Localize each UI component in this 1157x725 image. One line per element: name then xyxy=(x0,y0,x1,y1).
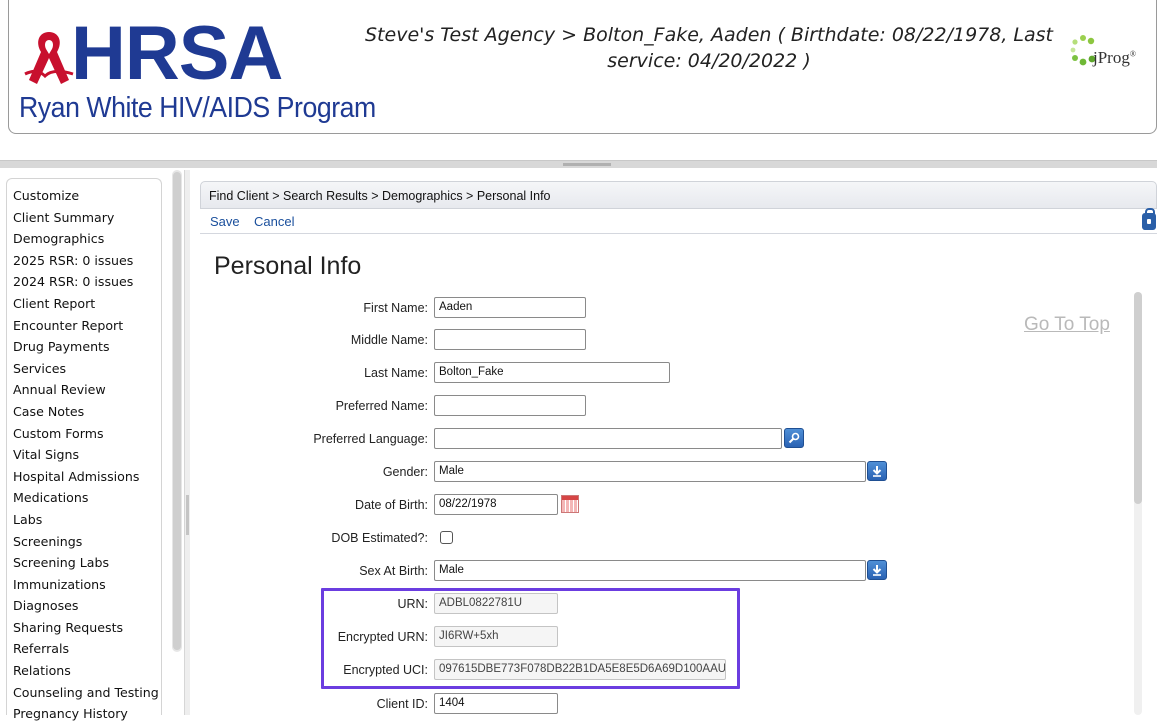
client-header-title: Steve's Test Agency > Bolton_Fake, Aaden… xyxy=(365,24,1053,72)
breadcrumb: Find Client > Search Results > Demograph… xyxy=(209,189,551,203)
hrsa-logo: HRSA Ryan White HIV/AIDS Program xyxy=(19,14,376,130)
last-name-label: Last Name: xyxy=(364,366,428,380)
middle-name-row: Middle Name: xyxy=(196,329,796,351)
client-id-field[interactable]: 1404 xyxy=(434,693,558,714)
identifier-highlight-box xyxy=(321,588,740,689)
dob-estimated-row: DOB Estimated?: xyxy=(196,527,796,549)
middle-name-label: Middle Name: xyxy=(350,333,428,347)
client-id-row: Client ID: 1404 xyxy=(196,693,796,715)
sidebar-item-medications[interactable]: Medications xyxy=(13,487,161,509)
sidebar-item-vital-signs[interactable]: Vital Signs xyxy=(13,444,161,466)
sidebar-item-client-summary[interactable]: Client Summary xyxy=(13,207,161,229)
gender-dropdown-button[interactable] xyxy=(867,461,887,481)
sidebar-item-customize[interactable]: Customize xyxy=(13,185,161,207)
sidebar-item-screenings[interactable]: Screenings xyxy=(13,531,161,553)
first-name-label: First Name: xyxy=(363,301,428,315)
main-panel: Find Client > Search Results > Demograph… xyxy=(196,178,1157,715)
main-scroll-thumb[interactable] xyxy=(1134,292,1142,504)
sidebar-item-services[interactable]: Services xyxy=(13,358,161,380)
jprog-logo: jProg® xyxy=(1069,28,1149,78)
go-to-top-link[interactable]: Go To Top xyxy=(1024,314,1110,336)
preferred-name-row: Preferred Name: xyxy=(196,395,796,417)
main-scrollbar[interactable] xyxy=(1134,292,1142,715)
dob-estimated-checkbox[interactable] xyxy=(440,531,453,544)
sidebar-item-referrals[interactable]: Referrals xyxy=(13,638,161,660)
download-arrow-icon xyxy=(872,565,882,576)
save-button[interactable]: Save xyxy=(210,214,240,229)
last-name-row: Last Name: Bolton_Fake xyxy=(196,362,796,384)
sidebar-item-2025-rsr-0-issues[interactable]: 2025 RSR: 0 issues xyxy=(13,250,161,272)
sidebar-nav: Customize Client Summary Demographics 2025 … xyxy=(6,178,162,721)
ribbon-icon xyxy=(24,32,74,84)
dob-label: Date of Birth: xyxy=(355,498,428,512)
preferred-name-label: Preferred Name: xyxy=(335,399,428,413)
vertical-splitter[interactable] xyxy=(184,170,190,715)
lock-icon[interactable] xyxy=(1142,208,1156,230)
sex-at-birth-label: Sex At Birth: xyxy=(359,564,428,578)
registered-mark: ® xyxy=(1129,49,1136,59)
download-arrow-icon xyxy=(872,466,882,477)
sidebar-item-screening-labs[interactable]: Screening Labs xyxy=(13,552,161,574)
sidebar-item-client-report[interactable]: Client Report xyxy=(13,293,161,315)
last-name-field[interactable]: Bolton_Fake xyxy=(434,362,670,383)
sidebar-scrollbar[interactable] xyxy=(172,170,182,652)
sidebar-item-diagnoses[interactable]: Diagnoses xyxy=(13,595,161,617)
sidebar-item-immunizations[interactable]: Immunizations xyxy=(13,574,161,596)
sex-at-birth-select[interactable]: Male xyxy=(434,560,866,581)
language-search-button[interactable] xyxy=(784,428,804,448)
first-name-field[interactable]: Aaden xyxy=(434,297,586,318)
sidebar-item-case-notes[interactable]: Case Notes xyxy=(13,401,161,423)
sidebar-item-custom-forms[interactable]: Custom Forms xyxy=(13,423,161,445)
cancel-button[interactable]: Cancel xyxy=(254,214,294,229)
vertical-splitter-grip[interactable] xyxy=(186,495,189,535)
sidebar-item-drug-payments[interactable]: Drug Payments xyxy=(13,336,161,358)
preferred-language-field[interactable] xyxy=(434,428,782,449)
client-id-label: Client ID: xyxy=(376,697,428,711)
middle-name-field[interactable] xyxy=(434,329,586,350)
sidebar-item-labs[interactable]: Labs xyxy=(13,509,161,531)
jprog-wordmark: jProg xyxy=(1093,48,1130,67)
sex-at-birth-dropdown-button[interactable] xyxy=(867,560,887,580)
preferred-language-row: Preferred Language: xyxy=(196,428,896,450)
page-title: Personal Info xyxy=(214,252,362,280)
dob-field[interactable]: 08/22/1978 xyxy=(434,494,558,515)
preferred-language-label: Preferred Language: xyxy=(313,432,428,446)
sidebar-item-2024-rsr-0-issues[interactable]: 2024 RSR: 0 issues xyxy=(13,271,161,293)
sidebar-item-relations[interactable]: Relations xyxy=(13,660,161,682)
gender-label: Gender: xyxy=(382,465,428,479)
sidebar-item-demographics[interactable]: Demographics xyxy=(13,228,161,250)
sex-at-birth-row: Sex At Birth: Male xyxy=(196,560,896,582)
sidebar-list: Customize Client Summary Demographics 2025 … xyxy=(7,179,161,725)
form-toolbar: Save Cancel xyxy=(200,210,1157,234)
first-name-row: First Name: Aaden xyxy=(196,297,796,319)
logo-subtitle: Ryan White HIV/AIDS Program xyxy=(19,92,376,124)
app-header: HRSA Ryan White HIV/AIDS Program Steve's… xyxy=(8,0,1157,134)
sidebar-scroll-thumb[interactable] xyxy=(173,172,181,650)
gender-select[interactable]: Male xyxy=(434,461,866,482)
dob-estimated-label: DOB Estimated?: xyxy=(331,531,428,545)
sidebar-item-sharing-requests[interactable]: Sharing Requests xyxy=(13,617,161,639)
dob-row: Date of Birth: 08/22/1978 xyxy=(196,494,796,516)
gender-row: Gender: Male xyxy=(196,461,896,483)
sidebar-item-annual-review[interactable]: Annual Review xyxy=(13,379,161,401)
horizontal-splitter[interactable] xyxy=(0,160,1157,168)
sidebar-item-hospital-admissions[interactable]: Hospital Admissions xyxy=(13,466,161,488)
calendar-icon[interactable] xyxy=(561,495,579,513)
sidebar-item-encounter-report[interactable]: Encounter Report xyxy=(13,315,161,337)
logo-wordmark: HRSA xyxy=(71,11,283,96)
search-icon xyxy=(788,432,800,444)
splitter-grip[interactable] xyxy=(563,163,611,166)
sidebar-item-counseling-and-testing[interactable]: Counseling and Testing xyxy=(13,682,161,704)
sidebar-item-pregnancy-history[interactable]: Pregnancy History xyxy=(13,703,161,725)
preferred-name-field[interactable] xyxy=(434,395,586,416)
breadcrumb-bar: Find Client > Search Results > Demograph… xyxy=(200,181,1157,209)
